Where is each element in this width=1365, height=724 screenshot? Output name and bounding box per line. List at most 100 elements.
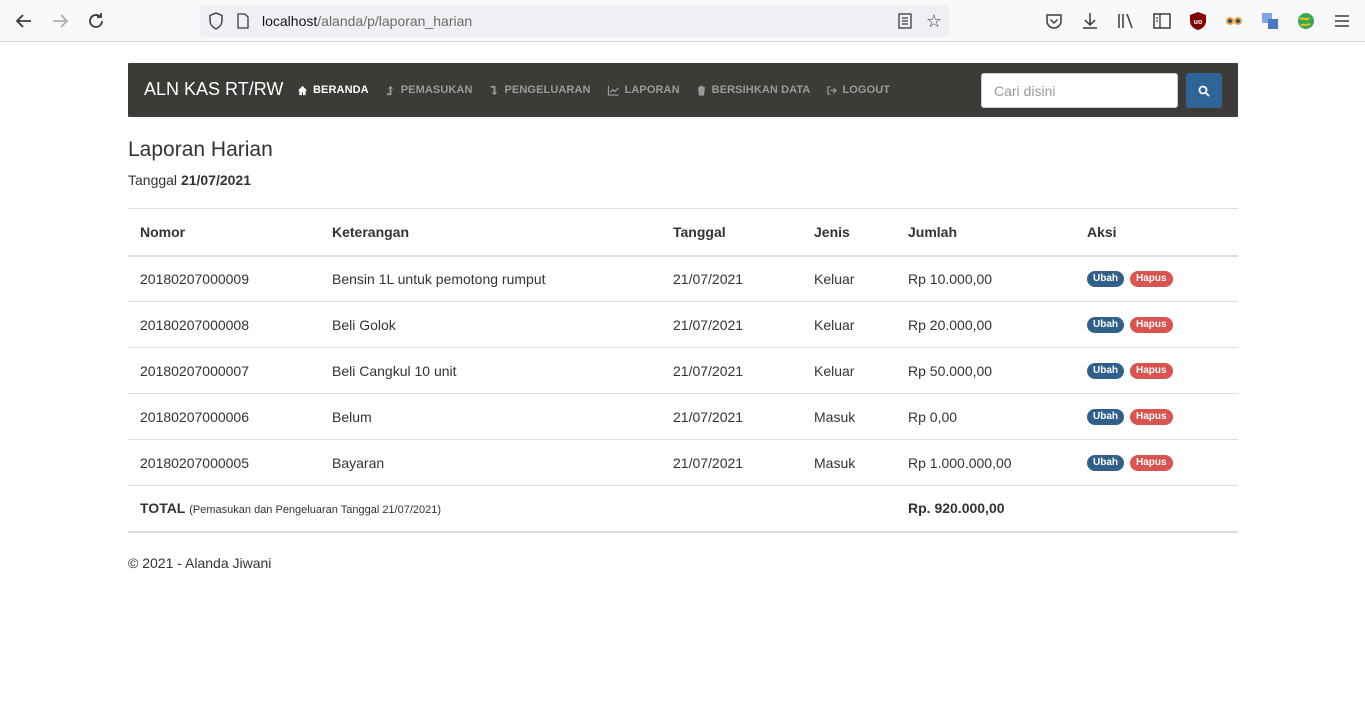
forward-arrow-icon (53, 14, 69, 28)
cell-nomor: 20180207000008 (140, 316, 250, 333)
column-header-nomor: Nomor (140, 223, 186, 240)
column-header-keterangan: Keterangan (332, 223, 410, 240)
edit-button[interactable]: Ubah (1087, 317, 1124, 334)
menu-icon[interactable] (1332, 11, 1352, 31)
search-input[interactable] (981, 73, 1178, 108)
cell-aksi: Ubah Hapus (1075, 256, 1238, 302)
column-header-jumlah: Jumlah (908, 223, 958, 240)
extension-eyes-icon[interactable] (1224, 11, 1244, 31)
total-note: (Pemasukan dan Pengeluaran Tanggal 21/07… (189, 504, 442, 517)
home-icon (297, 85, 308, 95)
svg-text:uo: uo (1194, 19, 1203, 26)
cell-jenis: Masuk (814, 454, 856, 471)
delete-button[interactable]: Hapus (1130, 317, 1173, 334)
nav-item-label: LOGOUT (842, 84, 891, 96)
cell-jenis: Keluar (814, 270, 855, 287)
total-value: Rp. 920.000,00 (896, 486, 1075, 532)
cell-jumlah: Rp 20.000,00 (908, 316, 993, 333)
cell-keterangan: Beli Cangkul 10 unit (332, 362, 457, 379)
page-info-icon[interactable] (236, 13, 250, 29)
reload-icon (89, 13, 103, 28)
search-icon (1198, 85, 1210, 97)
delete-button[interactable]: Hapus (1130, 363, 1173, 380)
nav-menu: BERANDA PEMASUKAN PENGELUARAN LAPORAN BE… (297, 63, 906, 117)
reader-view-icon[interactable] (898, 13, 912, 29)
report-date: Tanggal 21/07/2021 (128, 172, 251, 188)
nav-item-laporan[interactable]: LAPORAN (607, 84, 680, 96)
delete-button[interactable]: Hapus (1130, 455, 1173, 472)
arrow-down-icon (490, 85, 497, 95)
total-cell: TOTAL (Pemasukan dan Pengeluaran Tanggal… (128, 486, 896, 532)
forward-button[interactable] (48, 9, 72, 33)
cell-jenis: Keluar (814, 316, 855, 333)
cell-jumlah: Rp 0,00 (908, 408, 958, 425)
nav-item-pemasukan[interactable]: PEMASUKAN (385, 84, 473, 96)
logout-icon (827, 85, 838, 95)
cell-aksi: Ubah Hapus (1075, 394, 1238, 440)
bookmark-star-icon[interactable]: ☆ (924, 11, 944, 31)
arrow-up-icon (386, 85, 393, 95)
search-button[interactable] (1186, 73, 1222, 108)
nav-item-label: BERSIHKAN DATA (711, 84, 811, 96)
edit-button[interactable]: Ubah (1087, 363, 1124, 380)
extension-globe-icon[interactable] (1296, 11, 1316, 31)
cell-jumlah: Rp 1.000.000,00 (908, 454, 1012, 471)
edit-button[interactable]: Ubah (1087, 455, 1124, 472)
cell-tanggal: 21/07/2021 (673, 362, 744, 379)
download-icon[interactable] (1080, 11, 1100, 31)
footer-copyright: © 2021 - Alanda Jiwani (128, 555, 272, 571)
cell-aksi: Ubah Hapus (1075, 348, 1238, 394)
nav-item-beranda[interactable]: BERANDA (297, 84, 369, 96)
total-label: TOTAL (140, 500, 186, 517)
report-table: Nomor Keterangan Tanggal Jenis Jumlah Ak… (128, 208, 1238, 533)
cell-nomor: 20180207000006 (140, 408, 250, 425)
nav-item-label: LAPORAN (624, 84, 680, 96)
delete-button[interactable]: Hapus (1130, 271, 1173, 288)
cell-nomor: 20180207000005 (140, 454, 250, 471)
back-button[interactable] (12, 9, 36, 33)
nav-item-label: PENGELUARAN (504, 84, 591, 96)
delete-button[interactable]: Hapus (1130, 409, 1173, 426)
cell-keterangan: Bayaran (332, 454, 385, 471)
browser-toolbar: localhost/alanda/p/laporan_harian ☆ uo (0, 0, 1365, 42)
cell-aksi: Ubah Hapus (1075, 440, 1238, 486)
edit-button[interactable]: Ubah (1087, 409, 1124, 426)
library-icon[interactable] (1116, 11, 1136, 31)
pocket-icon[interactable] (1044, 11, 1064, 31)
cell-nomor: 20180207000007 (140, 362, 250, 379)
nav-item-bersihkan-data[interactable]: BERSIHKAN DATA (696, 84, 811, 96)
table-row: 20180207000005 Bayaran 21/07/2021 Masuk … (128, 440, 1238, 486)
url-bar[interactable]: localhost/alanda/p/laporan_harian ☆ (200, 5, 950, 37)
page-title: Laporan Harian (128, 138, 273, 161)
navbar: ALN KAS RT/RW BERANDA PEMASUKAN PENGELUA… (128, 63, 1238, 117)
total-amount: Rp. 920.000,00 (908, 500, 1005, 517)
nav-item-logout[interactable]: LOGOUT (826, 84, 890, 96)
nav-item-label: BERANDA (313, 84, 369, 96)
shield-icon[interactable] (208, 12, 224, 30)
ublock-origin-icon[interactable]: uo (1188, 11, 1208, 31)
back-arrow-icon (15, 14, 31, 28)
cell-tanggal: 21/07/2021 (673, 270, 744, 287)
edit-button[interactable]: Ubah (1087, 271, 1124, 288)
cell-tanggal: 21/07/2021 (673, 316, 744, 333)
reload-button[interactable] (84, 9, 108, 33)
cell-jenis: Keluar (814, 362, 855, 379)
cell-keterangan: Bensin 1L untuk pemotong rumput (332, 270, 546, 287)
cell-tanggal: 21/07/2021 (673, 454, 744, 471)
cell-aksi: Ubah Hapus (1075, 302, 1238, 348)
table-row: 20180207000006 Belum 21/07/2021 Masuk Rp… (128, 394, 1238, 440)
table-row: 20180207000007 Beli Cangkul 10 unit 21/0… (128, 348, 1238, 394)
cell-jumlah: Rp 10.000,00 (908, 270, 993, 287)
extension-translate-icon[interactable] (1260, 11, 1280, 31)
date-label: Tanggal (128, 172, 178, 188)
cell-nomor: 20180207000009 (140, 270, 250, 287)
table-row: 20180207000009 Bensin 1L untuk pemotong … (128, 256, 1238, 302)
sidebar-icon[interactable] (1152, 11, 1172, 31)
url-path: /alanda/p/laporan_harian (317, 13, 473, 29)
nav-item-pengeluaran[interactable]: PENGELUARAN (489, 84, 591, 96)
column-header-aksi: Aksi (1087, 223, 1117, 240)
table-header-row: Nomor Keterangan Tanggal Jenis Jumlah Ak… (128, 208, 1238, 256)
url-text[interactable]: localhost/alanda/p/laporan_harian (262, 13, 472, 29)
brand-title[interactable]: ALN KAS RT/RW (144, 79, 283, 100)
cell-keterangan: Beli Golok (332, 316, 396, 333)
